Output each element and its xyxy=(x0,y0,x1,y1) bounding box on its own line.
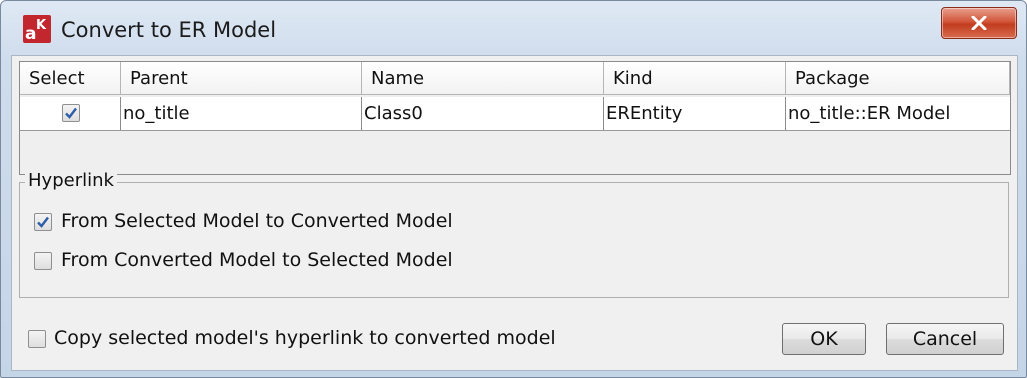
table-row[interactable]: no_title Class0 EREntity no_title::ER Mo… xyxy=(20,97,1010,131)
from-selected-label[interactable]: From Selected Model to Converted Model xyxy=(61,210,453,232)
column-header-package[interactable]: Package xyxy=(786,62,1010,95)
title-bar[interactable]: a K Convert to ER Model xyxy=(1,1,1026,63)
cancel-button[interactable]: Cancel xyxy=(886,323,1004,355)
app-icon: a K xyxy=(23,15,51,44)
from-converted-checkbox[interactable] xyxy=(34,252,52,270)
from-selected-checkbox[interactable] xyxy=(34,213,52,231)
row-select-checkbox[interactable] xyxy=(62,104,80,122)
close-icon xyxy=(971,16,987,30)
column-header-parent[interactable]: Parent xyxy=(121,62,362,95)
ok-button[interactable]: OK xyxy=(782,323,866,355)
column-header-select[interactable]: Select xyxy=(20,62,121,95)
package-cell[interactable]: no_title::ER Model xyxy=(786,97,1010,130)
name-cell[interactable]: Class0 xyxy=(362,97,604,130)
dialog-content: Select Parent Name Kind Package no_title… xyxy=(11,55,1018,371)
hyperlink-group: Hyperlink From Selected Model to Convert… xyxy=(19,170,1009,298)
svg-text:K: K xyxy=(36,18,47,33)
column-header-kind[interactable]: Kind xyxy=(604,62,786,95)
close-button[interactable] xyxy=(941,7,1017,39)
svg-text:a: a xyxy=(25,24,36,43)
table-header: Select Parent Name Kind Package xyxy=(20,62,1010,97)
column-header-name[interactable]: Name xyxy=(362,62,604,95)
model-table: Select Parent Name Kind Package no_title… xyxy=(19,61,1011,175)
parent-cell[interactable]: no_title xyxy=(121,97,362,130)
window-title: Convert to ER Model xyxy=(61,18,277,42)
dialog-window: a K Convert to ER Model Select Parent Na… xyxy=(0,0,1027,378)
checkmark-icon xyxy=(65,107,77,119)
checkmark-icon xyxy=(37,216,49,228)
copy-hyperlink-label[interactable]: Copy selected model's hyperlink to conve… xyxy=(54,327,556,349)
hyperlink-group-label: Hyperlink xyxy=(25,170,117,191)
from-converted-label[interactable]: From Converted Model to Selected Model xyxy=(61,249,453,271)
kind-cell[interactable]: EREntity xyxy=(604,97,786,130)
copy-hyperlink-checkbox[interactable] xyxy=(28,330,46,348)
select-cell xyxy=(20,97,121,130)
